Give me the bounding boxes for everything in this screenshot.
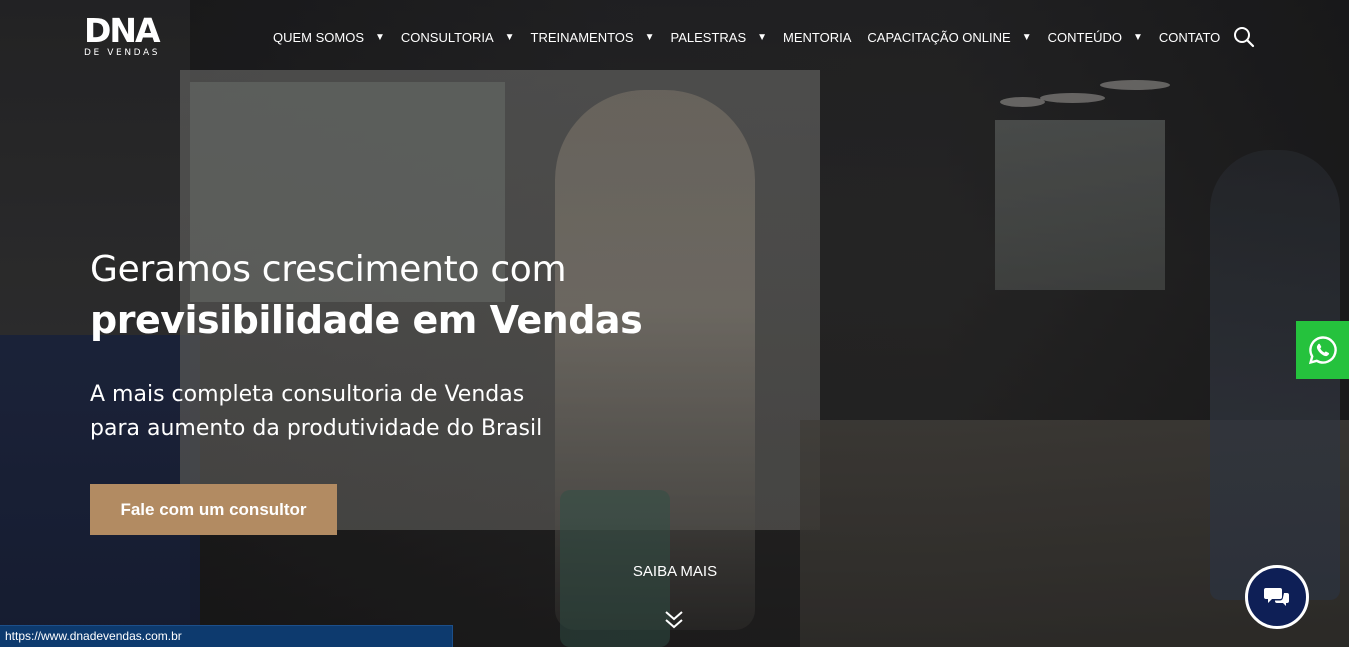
main-nav: QUEM SOMOS ▼ CONSULTORIA ▼ TREINAMENTOS …	[273, 28, 1236, 46]
nav-item-capacitacao-online[interactable]: CAPACITAÇÃO ONLINE ▼	[867, 30, 1031, 45]
nav-item-contato[interactable]: CONTATO	[1159, 30, 1220, 45]
talk-to-consultant-button[interactable]: Fale com um consultor	[90, 484, 337, 535]
hero-subheadline: A mais completa consultoria de Vendas pa…	[90, 378, 542, 446]
chevron-down-icon: ▼	[1021, 31, 1032, 43]
nav-item-consultoria[interactable]: CONSULTORIA ▼	[401, 30, 515, 45]
headline-line-1: Geramos crescimento com	[90, 249, 567, 290]
nav-item-label: QUEM SOMOS	[273, 29, 365, 45]
chat-button[interactable]	[1245, 565, 1309, 629]
subheadline-line-1: A mais completa consultoria de Vendas	[90, 382, 525, 407]
chat-bubbles-icon	[1264, 588, 1289, 606]
nav-item-label: CONTEÚDO	[1047, 29, 1122, 45]
chevron-down-icon: ▼	[504, 31, 515, 43]
logo-main-text: DNA	[84, 11, 161, 50]
nav-item-label: CONSULTORIA	[400, 29, 494, 45]
chevron-down-icon: ▼	[1133, 31, 1143, 43]
nav-item-label: CONTATO	[1158, 29, 1221, 45]
subheadline-line-2: para aumento da produtividade do Brasil	[90, 416, 543, 441]
nav-item-palestras[interactable]: PALESTRAS ▼	[671, 30, 768, 45]
headline-line-2: previsibilidade em Vendas	[90, 298, 643, 342]
nav-item-label: TREINAMENTOS	[530, 29, 634, 45]
nav-item-treinamentos[interactable]: TREINAMENTOS ▼	[531, 30, 655, 45]
chevron-down-icon: ▼	[644, 31, 655, 43]
whatsapp-icon	[1308, 336, 1337, 365]
saiba-mais-link[interactable]: SAIBA MAIS	[615, 563, 735, 580]
hero-headline: Geramos crescimento com previsibilidade …	[90, 248, 643, 348]
nav-item-conteudo[interactable]: CONTEÚDO ▼	[1048, 30, 1143, 45]
logo-sub-text: DE VENDAS	[84, 48, 161, 58]
brand-logo[interactable]: DNA DE VENDAS	[84, 14, 188, 60]
nav-item-quem-somos[interactable]: QUEM SOMOS ▼	[273, 30, 385, 45]
double-chevron-down-icon[interactable]	[663, 608, 685, 632]
search-icon[interactable]	[1233, 26, 1255, 48]
nav-item-mentoria[interactable]: MENTORIA	[783, 30, 851, 45]
chevron-down-icon: ▼	[757, 31, 768, 43]
whatsapp-button[interactable]	[1296, 321, 1349, 379]
status-bar-url: https://www.dnadevendas.com.br	[0, 625, 453, 647]
chevron-down-icon: ▼	[375, 31, 385, 43]
nav-item-label: CAPACITAÇÃO ONLINE	[867, 29, 1011, 45]
nav-item-label: PALESTRAS	[670, 29, 747, 45]
nav-item-label: MENTORIA	[783, 29, 852, 45]
